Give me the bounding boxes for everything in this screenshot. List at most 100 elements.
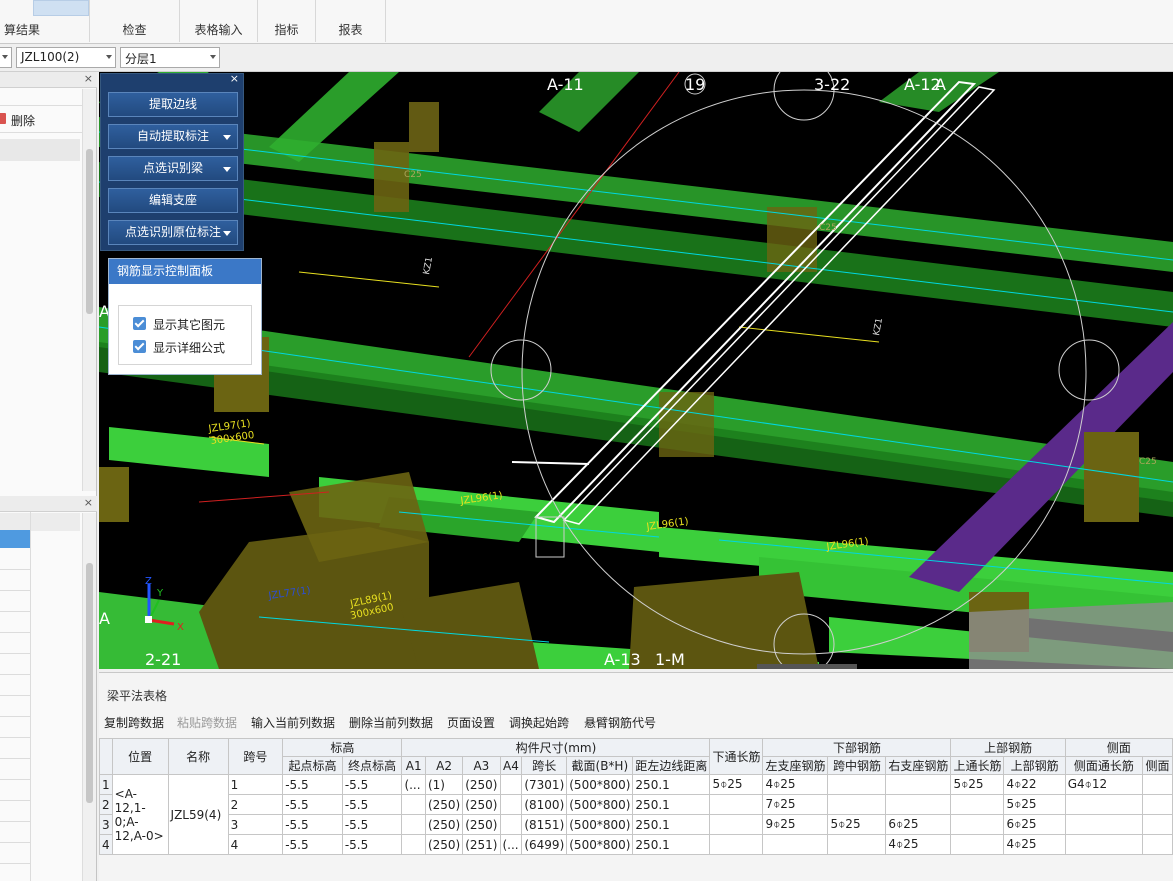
table-cell[interactable] [762,834,829,855]
table-cell[interactable]: 3 [227,814,284,835]
table-cell[interactable] [709,834,764,855]
table-cell[interactable] [827,774,887,795]
table-cell[interactable]: (251) [462,834,501,855]
paste-span-data-button[interactable]: 粘贴跨数据 [177,714,237,731]
auto-extract-annotation-button[interactable]: 自动提取标注 [108,124,238,149]
column-header-name[interactable]: 名称 [167,738,229,775]
table-cell[interactable]: -5.5 [282,834,343,855]
table-cell[interactable]: (500*800) [566,814,634,835]
ribbon-group-reports[interactable]: 报表 [316,0,386,42]
column-header-elevation[interactable]: 标高 [282,738,403,757]
column-header-section[interactable]: 截面(B*H) [566,756,634,775]
ribbon-group-results[interactable]: 算结果 [0,0,90,42]
column-header-side-through[interactable]: 侧面通长筋 [1064,756,1144,775]
column-header-bottom-rebar[interactable]: 下部钢筋 [762,738,952,757]
edit-support-button[interactable]: 编辑支座 [108,188,238,213]
left-grid-selected-cell[interactable] [0,530,30,548]
table-row[interactable]: 2 2 -5.5 -5.5 (250) (250) (8100) (500*80… [99,794,1173,815]
ribbon-group-indicators[interactable]: 指标 [258,0,316,42]
table-cell[interactable] [1064,834,1144,855]
table-cell[interactable]: 2 [227,794,284,815]
ribbon-group-table-input[interactable]: 表格输入 [180,0,258,42]
page-setup-button[interactable]: 页面设置 [447,714,495,731]
layer-select[interactable]: 分层1 [120,47,220,68]
table-cell[interactable]: -5.5 [282,794,343,815]
table-cell[interactable]: -5.5 [282,814,343,835]
table-cell[interactable] [401,794,426,815]
column-header-left-support[interactable]: 左支座钢筋 [762,756,829,775]
floor-select[interactable] [0,47,12,68]
table-cell[interactable] [499,814,523,835]
table-cell[interactable]: 5⌽25 [950,774,1005,795]
table-cell[interactable] [1064,794,1144,815]
table-cell[interactable]: 1 [227,774,284,795]
table-cell[interactable]: (7301) [521,774,568,795]
table-cell[interactable]: 5⌽25 [827,814,887,835]
table-cell[interactable]: 250.1 [632,814,711,835]
table-cell[interactable]: (250) [462,794,501,815]
input-column-data-button[interactable]: 输入当前列数据 [251,714,335,731]
column-header-start-elev[interactable]: 起点标高 [282,756,343,775]
table-cell[interactable]: (6499) [521,834,568,855]
table-cell[interactable]: -5.5 [341,814,403,835]
table-cell[interactable] [885,794,952,815]
copy-span-data-button[interactable]: 复制跨数据 [104,714,164,731]
column-header-position[interactable]: 位置 [111,738,169,775]
table-cell[interactable] [709,794,764,815]
checkbox-checked-icon[interactable] [133,340,146,353]
table-cell[interactable]: 4⌽25 [762,774,829,795]
scrollbar-thumb[interactable] [86,563,93,803]
cantilever-rebar-code-button[interactable]: 悬臂钢筋代号 [584,714,656,731]
table-cell[interactable]: 5⌽25 [1003,794,1066,815]
table-cell[interactable]: 4⌽22 [1003,774,1066,795]
table-cell[interactable] [827,794,887,815]
table-cell[interactable]: (250) [424,834,464,855]
pick-identify-beam-button[interactable]: 点选识别梁 [108,156,238,181]
table-cell[interactable]: (8151) [521,814,568,835]
table-cell[interactable] [1142,834,1173,855]
table-cell[interactable]: -5.5 [341,834,403,855]
left-list-selected-row[interactable] [0,139,80,161]
delete-icon[interactable] [0,113,6,124]
table-row[interactable]: 1 <A-12,1-0;A-12,A-0> JZL59(4) 1 -5.5 -5… [99,774,1173,855]
table-cell[interactable]: G4⌽12 [1064,774,1144,795]
table-cell[interactable]: (250) [462,774,501,795]
column-header-bottom-through[interactable]: 下通长筋 [709,738,764,775]
delete-column-data-button[interactable]: 删除当前列数据 [349,714,433,731]
column-header-span[interactable]: 跨号 [227,738,284,775]
delete-button[interactable]: 删除 [11,112,35,129]
table-cell[interactable]: 7⌽25 [762,794,829,815]
column-header-top-rebar[interactable]: 上部钢筋 [950,738,1066,757]
table-cell[interactable]: (500*800) [566,834,634,855]
swap-start-span-button[interactable]: 调换起始跨 [509,714,569,731]
column-header-a2[interactable]: A2 [424,756,464,775]
table-cell[interactable]: 250.1 [632,794,711,815]
table-cell[interactable] [1142,794,1173,815]
table-cell[interactable]: -5.5 [282,774,343,795]
table-cell[interactable]: -5.5 [341,794,403,815]
table-cell[interactable]: 6⌽25 [1003,814,1066,835]
table-cell[interactable] [401,834,426,855]
table-row[interactable]: 4 4 -5.5 -5.5 (250) (251) (... (6499) (5… [99,834,1173,855]
column-header-left-offset[interactable]: 距左边线距离 [632,756,711,775]
table-cell[interactable] [1064,814,1144,835]
column-header-side[interactable]: 侧面 [1064,738,1173,757]
table-cell[interactable]: 4⌽25 [1003,834,1066,855]
pick-identify-in-situ-annotation-button[interactable]: 点选识别原位标注 [108,220,238,245]
column-header-a4[interactable]: A4 [499,756,523,775]
table-cell[interactable] [827,834,887,855]
column-header-top-through[interactable]: 上通长筋 [950,756,1005,775]
table-cell[interactable] [1142,814,1173,835]
table-cell[interactable]: (250) [462,814,501,835]
table-cell[interactable]: 9⌽25 [762,814,829,835]
column-header-top-bars[interactable]: 上部钢筋 [1003,756,1066,775]
left-scrollbar-top[interactable] [82,89,96,491]
table-cell[interactable]: (250) [424,814,464,835]
splitter-grip[interactable] [757,664,857,669]
table-cell[interactable] [885,774,952,795]
table-cell[interactable]: (250) [424,794,464,815]
column-header-right-support[interactable]: 右支座钢筋 [885,756,952,775]
position-cell[interactable]: <A-12,1-0;A-12,A-0> [111,774,169,855]
name-cell[interactable]: JZL59(4) [167,774,229,855]
column-header-dimensions[interactable]: 构件尺寸(mm) [401,738,711,757]
